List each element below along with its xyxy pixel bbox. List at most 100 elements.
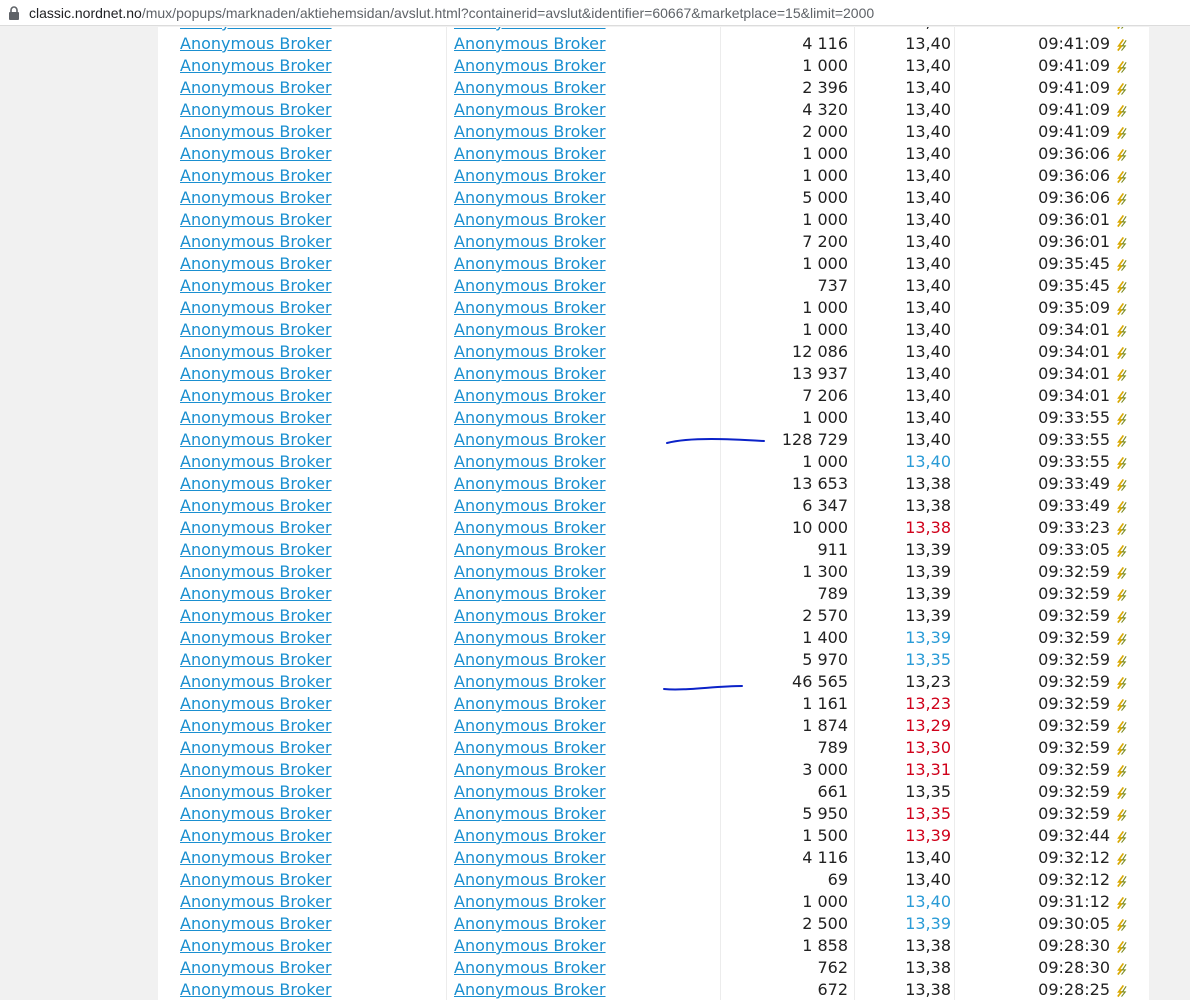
flash-icon: [1117, 566, 1127, 580]
buyer-link[interactable]: Anonymous Broker: [180, 759, 332, 781]
buyer-link[interactable]: Anonymous Broker: [180, 473, 332, 495]
seller-link[interactable]: Anonymous Broker: [454, 363, 606, 385]
seller-link[interactable]: Anonymous Broker: [454, 275, 606, 297]
buyer-link[interactable]: Anonymous Broker: [180, 407, 332, 429]
buyer-link[interactable]: Anonymous Broker: [180, 517, 332, 539]
buyer-link[interactable]: Anonymous Broker: [180, 957, 332, 979]
seller-link[interactable]: Anonymous Broker: [454, 495, 606, 517]
buyer-link[interactable]: Anonymous Broker: [180, 869, 332, 891]
seller-link[interactable]: Anonymous Broker: [454, 803, 606, 825]
buyer-link[interactable]: Anonymous Broker: [180, 825, 332, 847]
trade-volume: 762: [817, 958, 848, 977]
buyer-link[interactable]: Anonymous Broker: [180, 891, 332, 913]
buyer-link[interactable]: Anonymous Broker: [180, 781, 332, 803]
buyer-link[interactable]: Anonymous Broker: [180, 561, 332, 583]
flash-icon: [1117, 808, 1127, 822]
buyer-link[interactable]: Anonymous Broker: [180, 341, 332, 363]
seller-link[interactable]: Anonymous Broker: [454, 517, 606, 539]
seller-link[interactable]: Anonymous Broker: [454, 231, 606, 253]
seller-link[interactable]: Anonymous Broker: [454, 737, 606, 759]
buyer-link[interactable]: Anonymous Broker: [180, 803, 332, 825]
buyer-link[interactable]: Anonymous Broker: [180, 33, 332, 55]
seller-link[interactable]: Anonymous Broker: [454, 341, 606, 363]
buyer-link[interactable]: Anonymous Broker: [180, 231, 332, 253]
seller-link[interactable]: Anonymous Broker: [454, 33, 606, 55]
seller-link[interactable]: Anonymous Broker: [454, 143, 606, 165]
buyer-link[interactable]: Anonymous Broker: [180, 55, 332, 77]
buyer-link[interactable]: Anonymous Broker: [180, 77, 332, 99]
seller-link[interactable]: Anonymous Broker: [454, 869, 606, 891]
buyer-link[interactable]: Anonymous Broker: [180, 187, 332, 209]
seller-link[interactable]: Anonymous Broker: [454, 539, 606, 561]
seller-link[interactable]: Anonymous Broker: [454, 825, 606, 847]
trade-time: 09:33:23: [1038, 518, 1110, 537]
trade-price: 13,40: [905, 78, 951, 97]
seller-link[interactable]: Anonymous Broker: [454, 319, 606, 341]
buyer-link[interactable]: Anonymous Broker: [180, 451, 332, 473]
buyer-link[interactable]: Anonymous Broker: [180, 737, 332, 759]
seller-link[interactable]: Anonymous Broker: [454, 561, 606, 583]
seller-link[interactable]: Anonymous Broker: [454, 913, 606, 935]
buyer-link[interactable]: Anonymous Broker: [180, 121, 332, 143]
buyer-link[interactable]: Anonymous Broker: [180, 715, 332, 737]
seller-link[interactable]: Anonymous Broker: [454, 165, 606, 187]
buyer-link[interactable]: Anonymous Broker: [180, 913, 332, 935]
buyer-link[interactable]: Anonymous Broker: [180, 429, 332, 451]
seller-link[interactable]: Anonymous Broker: [454, 121, 606, 143]
buyer-link[interactable]: Anonymous Broker: [180, 605, 332, 627]
buyer-link[interactable]: Anonymous Broker: [180, 297, 332, 319]
buyer-link[interactable]: Anonymous Broker: [180, 99, 332, 121]
buyer-link[interactable]: Anonymous Broker: [180, 847, 332, 869]
flash-icon: [1117, 588, 1127, 602]
buyer-link[interactable]: Anonymous Broker: [180, 495, 332, 517]
seller-link[interactable]: Anonymous Broker: [454, 957, 606, 979]
buyer-link[interactable]: Anonymous Broker: [180, 253, 332, 275]
seller-link[interactable]: Anonymous Broker: [454, 99, 606, 121]
seller-link[interactable]: Anonymous Broker: [454, 407, 606, 429]
seller-link[interactable]: Anonymous Broker: [454, 451, 606, 473]
flash-icon: [1117, 27, 1124, 30]
seller-link[interactable]: Anonymous Broker: [454, 781, 606, 803]
address-bar[interactable]: classic.nordnet.no /mux/popups/marknaden…: [0, 0, 1190, 26]
buyer-link[interactable]: Anonymous Broker: [180, 165, 332, 187]
trade-time: 09:32:12: [1038, 848, 1110, 867]
seller-link[interactable]: Anonymous Broker: [454, 385, 606, 407]
buyer-link[interactable]: Anonymous Broker: [180, 275, 332, 297]
buyer-link[interactable]: Anonymous Broker: [180, 319, 332, 341]
seller-link[interactable]: Anonymous Broker: [454, 605, 606, 627]
buyer-link[interactable]: Anonymous Broker: [180, 693, 332, 715]
buyer-link[interactable]: Anonymous Broker: [180, 363, 332, 385]
buyer-link[interactable]: Anonymous Broker: [180, 979, 332, 1000]
seller-link[interactable]: Anonymous Broker: [454, 55, 606, 77]
seller-link[interactable]: Anonymous Broker: [454, 847, 606, 869]
seller-link[interactable]: Anonymous Broker: [454, 473, 606, 495]
buyer-link[interactable]: Anonymous Broker: [180, 143, 332, 165]
seller-link[interactable]: Anonymous Broker: [454, 187, 606, 209]
seller-link[interactable]: Anonymous Broker: [454, 715, 606, 737]
buyer-link[interactable]: Anonymous Broker: [180, 583, 332, 605]
trade-volume: 2 000: [802, 122, 848, 141]
trade-row: Anonymous Broker Anonymous Broker 69 13,40 0…: [158, 869, 1149, 891]
buyer-link[interactable]: Anonymous Broker: [180, 935, 332, 957]
seller-link[interactable]: Anonymous Broker: [454, 759, 606, 781]
seller-link[interactable]: Anonymous Broker: [454, 429, 606, 451]
seller-link[interactable]: Anonymous Broker: [454, 253, 606, 275]
seller-link[interactable]: Anonymous Broker: [454, 77, 606, 99]
seller-link[interactable]: Anonymous Broker: [454, 209, 606, 231]
trade-row: Anonymous Broker Anonymous Broker 789 13,30…: [158, 737, 1149, 759]
buyer-link[interactable]: Anonymous Broker: [180, 209, 332, 231]
seller-link[interactable]: Anonymous Broker: [454, 693, 606, 715]
seller-link[interactable]: Anonymous Broker: [454, 979, 606, 1000]
buyer-link[interactable]: Anonymous Broker: [180, 649, 332, 671]
seller-link[interactable]: Anonymous Broker: [454, 891, 606, 913]
seller-link[interactable]: Anonymous Broker: [454, 627, 606, 649]
buyer-link[interactable]: Anonymous Broker: [180, 627, 332, 649]
seller-link[interactable]: Anonymous Broker: [454, 935, 606, 957]
seller-link[interactable]: Anonymous Broker: [454, 649, 606, 671]
buyer-link[interactable]: Anonymous Broker: [180, 385, 332, 407]
seller-link[interactable]: Anonymous Broker: [454, 671, 606, 693]
buyer-link[interactable]: Anonymous Broker: [180, 671, 332, 693]
seller-link[interactable]: Anonymous Broker: [454, 297, 606, 319]
seller-link[interactable]: Anonymous Broker: [454, 583, 606, 605]
buyer-link[interactable]: Anonymous Broker: [180, 539, 332, 561]
